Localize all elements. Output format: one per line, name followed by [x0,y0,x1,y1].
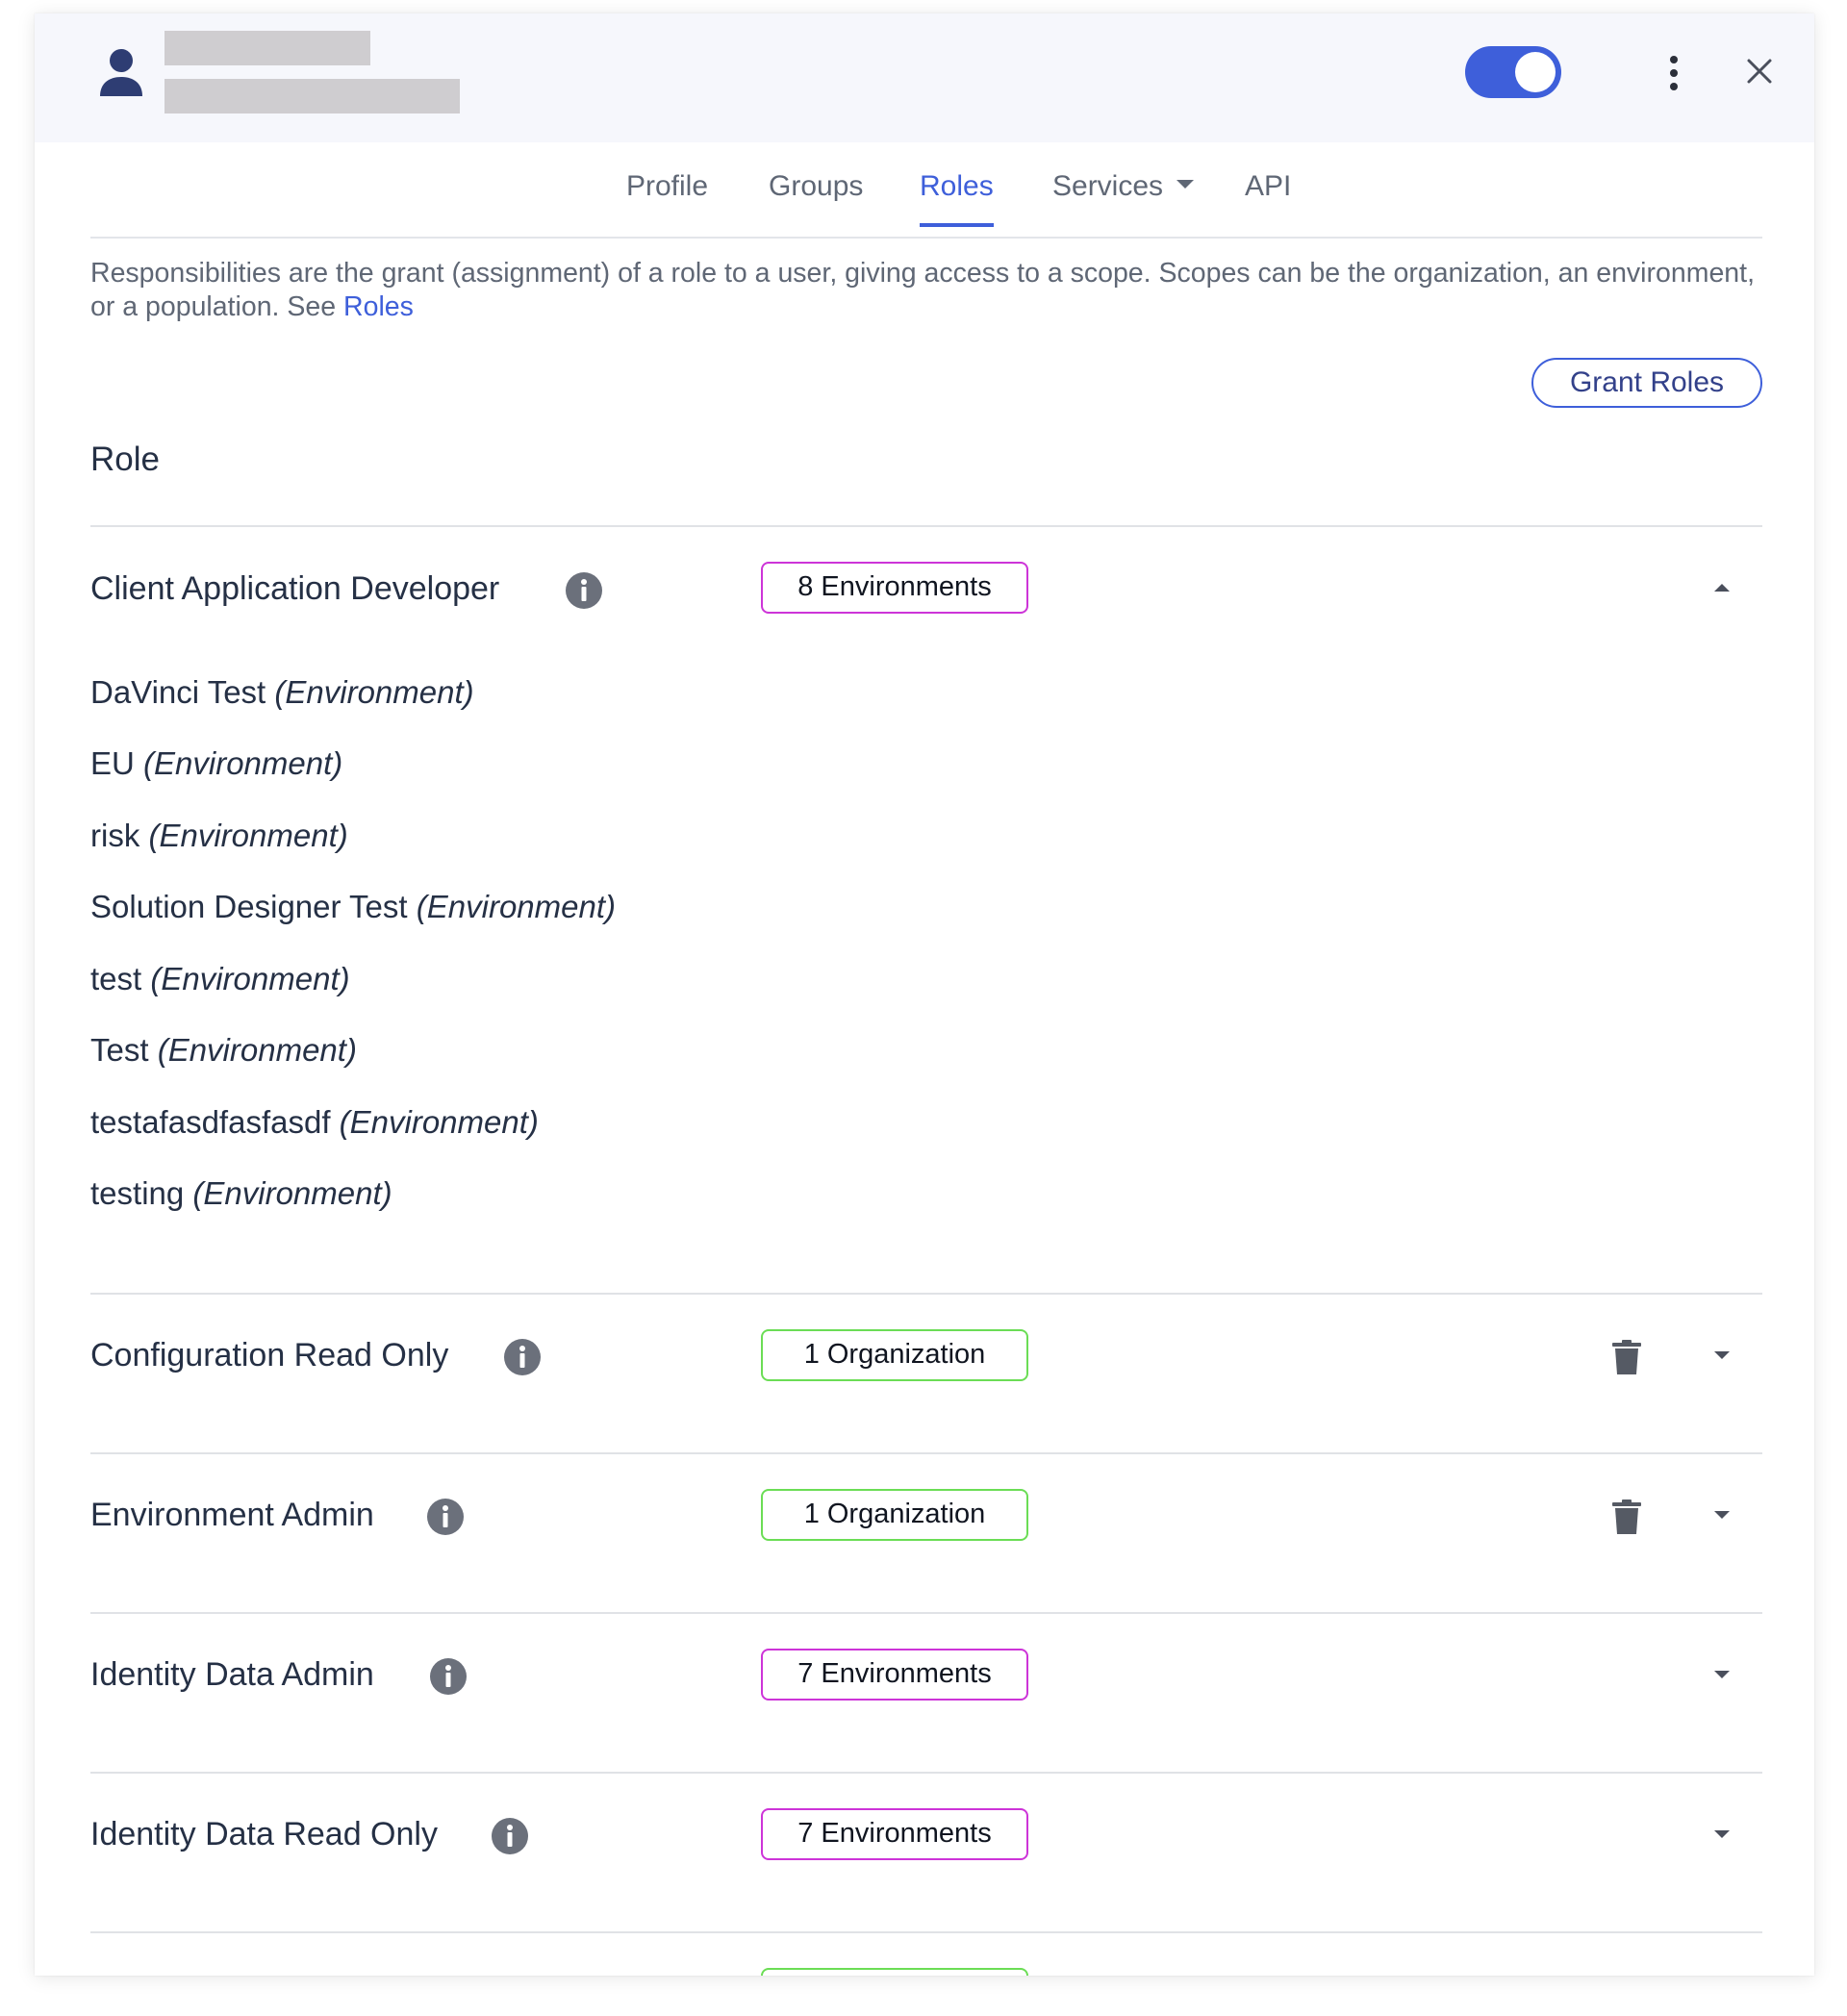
scope-name: risk [90,818,140,853]
info-icon[interactable] [426,1498,465,1536]
tab-profile[interactable]: Profile [626,169,708,227]
scope-type: (Environment) [274,674,474,710]
scope-type: (Environment) [150,961,350,996]
divider [90,1293,1762,1295]
divider [90,525,1762,527]
scope-type: (Environment) [143,745,343,781]
chevron-down-icon[interactable] [1708,1507,1735,1523]
description-text: Responsibilities are the grant (assignme… [90,258,1755,322]
scope-item: DaVinci Test (Environment) [90,673,474,712]
user-enabled-toggle[interactable] [1465,46,1561,98]
grant-roles-button[interactable]: Grant Roles [1531,358,1762,408]
role-name: Environment Admin [90,1497,374,1533]
scope-badge[interactable]: 7 Environments [761,1649,1028,1701]
scope-item: testafasdfasfasdf (Environment) [90,1103,539,1142]
divider [90,1931,1762,1933]
info-icon[interactable] [565,571,603,610]
scope-name: test [90,961,142,996]
scope-item: Solution Designer Test (Environment) [90,888,616,926]
scope-type: (Environment) [157,1032,357,1068]
scope-item: testing (Environment) [90,1174,392,1213]
scope-name: DaVinci Test [90,674,266,710]
scope-name: EU [90,745,135,781]
tab-roles[interactable]: Roles [920,169,994,227]
tab-bar: Profile Groups Roles Services API [90,158,1762,239]
scope-item: Test (Environment) [90,1031,357,1070]
tab-api[interactable]: API [1245,169,1291,227]
scope-name: testing [90,1175,185,1211]
user-icon [100,49,142,96]
user-name-redacted [164,31,370,65]
scope-item: EU (Environment) [90,744,342,783]
info-icon[interactable] [429,1657,468,1696]
role-name: Identity Data Admin [90,1656,374,1693]
chevron-down-icon[interactable] [1708,1348,1735,1363]
scope-type: (Environment) [339,1104,539,1140]
role-name: Client Application Developer [90,570,500,607]
scope-badge-partial[interactable] [761,1968,1028,1976]
scope-type: (Environment) [416,889,616,924]
scope-badge[interactable]: 1 Organization [761,1489,1028,1541]
toggle-knob [1515,52,1556,92]
divider [90,1772,1762,1774]
info-icon[interactable] [503,1338,542,1376]
chevron-down-icon[interactable] [1708,1667,1735,1682]
scope-name: Test [90,1032,149,1068]
roles-description: Responsibilities are the grant (assignme… [90,257,1764,324]
scope-item: test (Environment) [90,960,350,998]
user-details-panel: Profile Groups Roles Services API Respon… [35,13,1814,1976]
tab-groups[interactable]: Groups [769,169,863,227]
scope-item: risk (Environment) [90,817,348,855]
scope-type: (Environment) [148,818,348,853]
role-name: Configuration Read Only [90,1337,449,1373]
scope-type: (Environment) [192,1175,392,1211]
tab-services-label: Services [1052,170,1164,202]
divider [90,1612,1762,1614]
roles-help-link[interactable]: Roles [343,291,414,322]
close-icon[interactable] [1740,52,1779,90]
scope-badge[interactable]: 1 Organization [761,1329,1028,1381]
scope-badge[interactable]: 8 Environments [761,562,1028,614]
role-name: Identity Data Read Only [90,1816,438,1852]
kebab-menu-icon[interactable] [1662,54,1685,92]
scope-name: testafasdfasfasdf [90,1104,331,1140]
panel-header [35,13,1814,142]
scope-badge[interactable]: 7 Environments [761,1808,1028,1860]
divider [90,1452,1762,1454]
trash-icon[interactable] [1612,1340,1641,1374]
role-column-heading: Role [90,441,160,478]
trash-icon[interactable] [1612,1499,1641,1534]
caret-down-icon [1177,179,1195,189]
chevron-up-icon[interactable] [1708,580,1735,595]
scope-name: Solution Designer Test [90,889,408,924]
user-email-redacted [164,79,460,113]
tab-services[interactable]: Services [1052,169,1195,227]
info-icon[interactable] [491,1817,529,1855]
chevron-down-icon[interactable] [1708,1827,1735,1842]
